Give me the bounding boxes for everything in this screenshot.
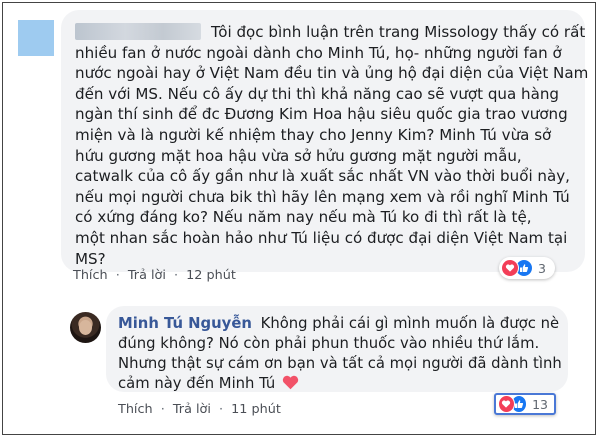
reply-link[interactable]: Trả lời <box>173 402 211 417</box>
comment-line: nước ngoài hay ở Việt Nam đều tin và ủng… <box>75 64 589 83</box>
separator-dot: · <box>115 268 120 283</box>
comment-line: nhiều fan ở nước ngoài dành cho Minh Tú,… <box>75 43 562 62</box>
comment-line: nếu mọi người chưa bik thì hãy lên mạng … <box>75 187 570 206</box>
heart-reaction-icon <box>501 259 519 277</box>
separator-dot: · <box>219 402 224 417</box>
separator-dot: · <box>174 268 179 283</box>
comment-line: một nhan sắc hoàn hảo như Tú liệu có đượ… <box>75 228 568 247</box>
comment-line: miện và là người kế nhiệm thay cho Jenny… <box>75 125 552 144</box>
reply-actions: Thích · Trả lời · 11 phút <box>118 402 285 417</box>
reply-author-avatar[interactable] <box>70 312 101 343</box>
comment-line: có xứng đáng ko? Nếu năm nay nếu mà Tú k… <box>75 208 532 227</box>
reaction-count: 13 <box>532 396 548 412</box>
comment-line: Tôi đọc bình luận trên trang Missology t… <box>75 22 585 43</box>
comment-line: ngàn thí sinh để đc Đương Kim Hoa hậu si… <box>75 105 568 124</box>
reply-reaction-summary[interactable]: 13 <box>494 393 556 415</box>
separator-dot: · <box>160 402 165 417</box>
reply-author-name[interactable]: Minh Tú Nguyễn <box>118 315 252 332</box>
reaction-summary[interactable]: 3 <box>499 257 555 279</box>
heart-emoji-icon <box>282 375 299 396</box>
comment-line: catwalk của cô ấy gần như là xuất sắc nh… <box>75 167 570 186</box>
reply-line: Nhưng thật sự cám ơn bạn và tất cả mọi n… <box>118 354 562 372</box>
reply-bubble: Minh Tú Nguyễn Không phải cái gì mình mu… <box>106 306 568 392</box>
timestamp[interactable]: 11 phút <box>231 402 281 417</box>
comment-bubble: Tôi đọc bình luận trên trang Missology t… <box>61 10 589 272</box>
reaction-count: 3 <box>538 260 546 276</box>
reply-line: cảm này đến Minh Tú <box>118 374 554 396</box>
comment-line: hứu gương mặt hoa hậu vừa sở hửu gương m… <box>75 146 522 165</box>
reply-line: Minh Tú Nguyễn Không phải cái gì mình mu… <box>118 315 560 332</box>
blurred-commenter-name[interactable] <box>75 23 201 40</box>
comment-line: đến với MS. Nếu cô ấy dự thi thì khả năn… <box>75 84 559 103</box>
heart-reaction-icon <box>498 395 515 413</box>
commenter-avatar[interactable] <box>18 20 54 56</box>
comment-actions: Thích · Trả lời · 12 phút <box>73 268 240 283</box>
comment-text: Tôi đọc bình luận trên trang Missology t… <box>75 22 589 269</box>
reply-link[interactable]: Trả lời <box>128 268 166 283</box>
reply-line: đúng không? Nó còn phải phun thuốc vào n… <box>118 334 540 352</box>
comment-line: MS? <box>75 249 106 268</box>
timestamp[interactable]: 12 phút <box>186 268 236 283</box>
reply-text: Minh Tú Nguyễn Không phải cái gì mình mu… <box>118 314 562 396</box>
like-link[interactable]: Thích <box>73 268 108 283</box>
like-link[interactable]: Thích <box>118 402 153 417</box>
